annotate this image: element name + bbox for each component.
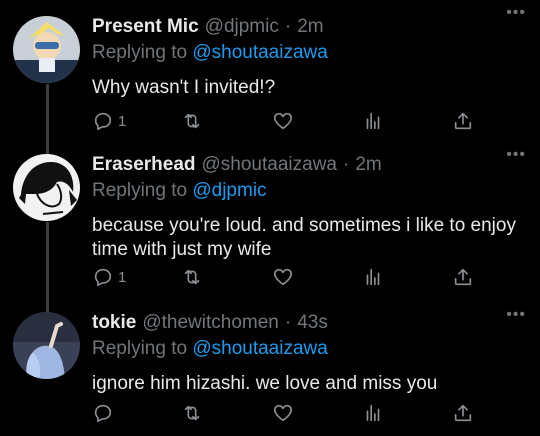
- reply-icon: [94, 112, 112, 131]
- heart-icon: [273, 268, 293, 286]
- share-button[interactable]: [452, 110, 474, 132]
- display-name[interactable]: Present Mic: [92, 16, 199, 38]
- tweet-text: ignore him hizashi. we love and miss you: [92, 373, 438, 394]
- like-button[interactable]: [272, 402, 294, 424]
- reply-button[interactable]: [92, 402, 118, 424]
- timestamp[interactable]: 2m: [355, 154, 381, 176]
- analytics-icon: [366, 112, 380, 130]
- heart-icon: [273, 112, 293, 130]
- more-options-icon[interactable]: •••: [506, 146, 526, 164]
- reply-count: 1: [118, 112, 127, 130]
- mention-link[interactable]: @shoutaaizawa: [192, 338, 327, 359]
- tweet-header: Eraserhead @shoutaaizawa · 2m: [92, 154, 528, 180]
- share-icon: [454, 404, 472, 422]
- reply-count: 1: [118, 268, 127, 286]
- retweet-button[interactable]: [180, 266, 204, 288]
- avatar[interactable]: [13, 312, 80, 379]
- mention-link[interactable]: @shoutaaizawa: [192, 42, 327, 63]
- retweet-button[interactable]: [180, 110, 204, 132]
- separator-dot: ·: [284, 16, 292, 37]
- retweet-icon: [184, 405, 200, 421]
- tweet[interactable]: Present Mic @djpmic · 2m Replying to @sh…: [0, 0, 540, 150]
- tweet-header: Present Mic @djpmic · 2m: [92, 16, 528, 42]
- tweet-text: Why wasn't I invited!?: [92, 77, 276, 98]
- display-name[interactable]: Eraserhead: [92, 154, 196, 176]
- heart-icon: [273, 404, 293, 422]
- replying-to: Replying to @shoutaaizawa: [92, 42, 528, 68]
- user-handle[interactable]: @thewitchomen: [142, 312, 279, 334]
- replying-to-label: Replying to: [92, 338, 188, 359]
- reply-icon: [94, 268, 112, 287]
- reply-button[interactable]: 1: [92, 266, 126, 288]
- retweet-button[interactable]: [180, 402, 204, 424]
- action-bar: [92, 402, 472, 426]
- share-icon: [454, 112, 472, 130]
- user-handle[interactable]: @djpmic: [205, 16, 279, 38]
- analytics-icon: [366, 404, 380, 422]
- action-bar: 1: [92, 266, 472, 290]
- share-button[interactable]: [452, 402, 474, 424]
- like-button[interactable]: [272, 266, 294, 288]
- tweet[interactable]: tokie @thewitchomen · 43s Replying to @s…: [0, 306, 540, 436]
- views-button[interactable]: [362, 110, 384, 132]
- more-options-icon[interactable]: •••: [506, 4, 526, 22]
- reply-button[interactable]: 1: [92, 110, 126, 132]
- replying-to: Replying to @shoutaaizawa: [92, 338, 528, 364]
- like-button[interactable]: [272, 110, 294, 132]
- replying-to-label: Replying to: [92, 180, 188, 201]
- replying-to: Replying to @djpmic: [92, 180, 528, 206]
- share-icon: [454, 268, 472, 286]
- avatar[interactable]: [13, 154, 80, 221]
- analytics-icon: [366, 268, 380, 286]
- separator-dot: ·: [343, 154, 350, 175]
- share-button[interactable]: [452, 266, 474, 288]
- tweet-text: because you're loud. and sometimes i lik…: [92, 215, 516, 260]
- avatar[interactable]: [13, 16, 80, 83]
- display-name[interactable]: tokie: [92, 312, 136, 334]
- tweet-header: tokie @thewitchomen · 43s: [92, 312, 528, 338]
- reply-icon: [94, 404, 112, 423]
- user-handle[interactable]: @shoutaaizawa: [202, 154, 337, 176]
- views-button[interactable]: [362, 266, 384, 288]
- mention-link[interactable]: @djpmic: [192, 180, 266, 201]
- separator-dot: ·: [284, 312, 292, 333]
- retweet-icon: [184, 113, 200, 129]
- retweet-icon: [184, 269, 200, 285]
- views-button[interactable]: [362, 402, 384, 424]
- timestamp[interactable]: 43s: [297, 312, 328, 334]
- more-options-icon[interactable]: •••: [506, 306, 526, 324]
- tweet[interactable]: Eraserhead @shoutaaizawa · 2m Replying t…: [0, 146, 540, 310]
- replying-to-label: Replying to: [92, 42, 188, 63]
- timestamp[interactable]: 2m: [297, 16, 323, 38]
- action-bar: 1: [92, 110, 472, 134]
